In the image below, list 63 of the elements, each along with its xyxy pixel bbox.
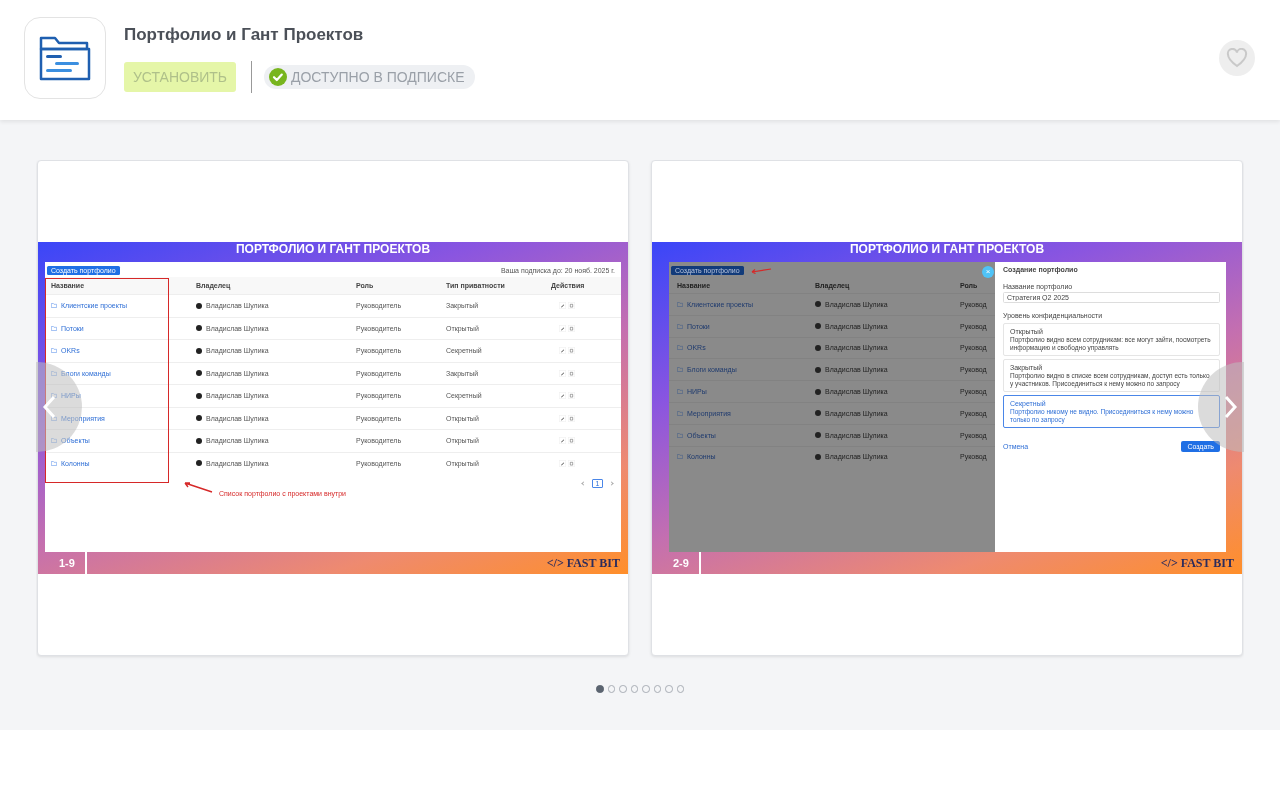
slide-number: 2-9	[673, 557, 690, 569]
folder-icon	[677, 367, 683, 373]
avatar-icon	[196, 437, 202, 444]
avatar-icon	[196, 302, 202, 309]
arrow-icon	[749, 267, 772, 274]
folder-icon	[677, 345, 683, 351]
folder-icon	[51, 303, 57, 309]
carousel-dot[interactable]	[596, 685, 604, 693]
favorite-button[interactable]	[1219, 40, 1255, 76]
trash-icon[interactable]	[568, 459, 575, 467]
trash-icon[interactable]	[568, 347, 575, 355]
avatar-icon	[196, 415, 202, 422]
folder-icon	[677, 301, 683, 307]
folder-icon	[51, 393, 57, 399]
folder-icon	[677, 432, 683, 438]
avatar-icon	[815, 432, 821, 439]
folder-icon	[38, 34, 92, 82]
avatar-icon	[815, 453, 821, 460]
avatar-icon	[815, 345, 821, 351]
folder-icon	[677, 389, 683, 395]
avatar-icon	[196, 347, 202, 354]
folder-icon	[51, 415, 57, 421]
slide-banner-title: ПОРТФОЛИО И ГАНТ ПРОЕКТОВ	[234, 242, 432, 258]
edit-icon[interactable]	[559, 392, 566, 400]
check-icon	[269, 68, 287, 86]
avatar-icon	[815, 301, 821, 308]
folder-icon	[677, 410, 683, 416]
arrow-icon	[182, 480, 214, 494]
folder-icon	[51, 438, 57, 444]
folder-icon	[51, 370, 57, 376]
edit-icon[interactable]	[559, 369, 566, 377]
trash-icon[interactable]	[568, 369, 575, 377]
folder-icon	[677, 454, 683, 460]
folder-icon	[51, 460, 57, 466]
avatar-icon	[815, 366, 821, 373]
edit-icon[interactable]	[559, 437, 566, 445]
trash-icon[interactable]	[568, 414, 575, 422]
edit-icon[interactable]	[559, 302, 566, 310]
brand-logo: </> FAST BIT	[1160, 555, 1234, 571]
avatar-icon	[196, 325, 202, 332]
trash-icon[interactable]	[568, 437, 575, 445]
trash-icon[interactable]	[568, 324, 575, 332]
avatar-icon	[815, 410, 821, 417]
app-title: Портфолио и Гант Проектов	[124, 25, 365, 45]
slide-banner-title: ПОРТФОЛИО И ГАНТ ПРОЕКТОВ	[848, 242, 1046, 258]
avatar-icon	[815, 388, 821, 395]
heart-icon	[1226, 48, 1248, 68]
badge-label: ДОСТУПНО В ПОДПИСКЕ	[291, 69, 465, 85]
folder-icon	[51, 325, 57, 331]
avatar-icon	[196, 370, 202, 377]
slide-number: 1-9	[59, 557, 76, 569]
edit-icon[interactable]	[559, 347, 566, 355]
edit-icon[interactable]	[559, 324, 566, 332]
brand-logo: </> FAST BIT	[546, 555, 620, 571]
avatar-icon	[196, 460, 202, 467]
avatar-icon	[815, 323, 821, 330]
trash-icon[interactable]	[568, 392, 575, 400]
trash-icon[interactable]	[568, 302, 575, 310]
edit-icon[interactable]	[559, 414, 566, 422]
folder-icon	[677, 323, 683, 329]
avatar-icon	[196, 392, 202, 399]
edit-icon[interactable]	[559, 459, 566, 467]
folder-icon	[51, 348, 57, 354]
